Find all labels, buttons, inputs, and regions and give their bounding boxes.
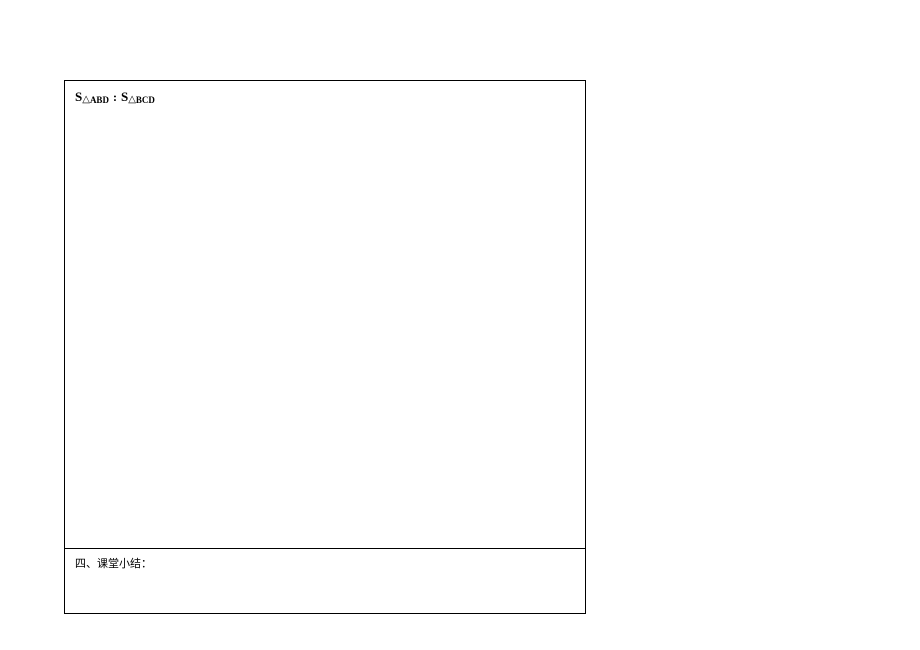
subscript-abd: ABD <box>90 95 109 105</box>
summary-heading: 四、课堂小结： <box>75 558 152 570</box>
formula-expression: S△ABD:S△BCD <box>75 89 575 106</box>
document-frame: S△ABD:S△BCD 四、课堂小结： <box>64 80 586 614</box>
triangle-icon: △ <box>128 94 136 105</box>
summary-section: 四、课堂小结： <box>65 549 585 613</box>
triangle-icon: △ <box>82 94 90 105</box>
subscript-bcd: BCD <box>136 95 155 105</box>
main-content-area: S△ABD:S△BCD <box>65 81 585 549</box>
colon-separator: : <box>113 90 117 104</box>
